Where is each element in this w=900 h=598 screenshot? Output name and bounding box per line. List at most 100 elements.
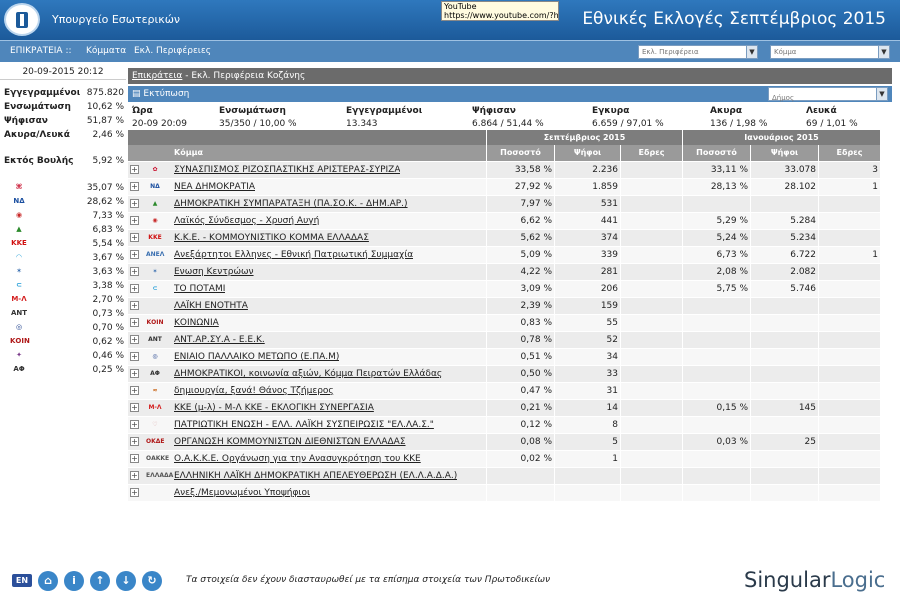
seats-jan (818, 281, 880, 297)
party-name-link[interactable]: Λαϊκός Σύνδεσμος - Χρυσή Αυγή (174, 213, 319, 229)
party-logo-icon[interactable]: ΑΦ (10, 363, 28, 375)
votes-sept: 1 (554, 451, 620, 467)
pct-sept: 0,12 % (486, 417, 554, 433)
expand-icon[interactable]: + (130, 471, 139, 480)
party-name-link[interactable]: ΛΑΪΚΗ ΕΝΟΤΗΤΑ (174, 298, 248, 314)
expand-icon[interactable]: + (130, 318, 139, 327)
stat-label: Ενσωμάτωση (4, 102, 71, 112)
party-name-link[interactable]: Κ.Κ.Ε. - ΚΟΜΜΟΥΝΙΣΤΙΚΟ ΚΟΜΜΑ ΕΛΛΑΔΑΣ (174, 230, 369, 246)
arrow-up-icon[interactable]: ↑ (90, 571, 110, 591)
party-name-link[interactable]: ΚΟΙΝΩΝΙΑ (174, 315, 219, 331)
party-name-link[interactable]: ΕΛΛΗΝΙΚΗ ΛΑΪΚΗ ΔΗΜΟΚΡΑΤΙΚΗ ΑΠΕΛΕΥΘΕΡΩΣΗ … (174, 468, 457, 484)
party-name-link[interactable]: Ενωση Κεντρώων (174, 264, 254, 280)
expand-icon[interactable]: + (130, 233, 139, 242)
party-logo-icon[interactable]: ΝΔ (10, 195, 28, 207)
region-select[interactable]: Εκλ. Περιφέρεια ▼ (638, 45, 758, 59)
party-logo-icon[interactable]: Μ-Λ (10, 293, 28, 305)
expand-icon[interactable]: + (130, 488, 139, 497)
party-name-link[interactable]: ΔΗΜΟΚΡΑΤΙΚΟΙ, κοινωνία αξιών, Κόμμα Πειρ… (174, 366, 442, 382)
party-logo-icon[interactable]: ◉ (10, 209, 28, 221)
pct-sept: 5,62 % (486, 230, 554, 246)
expand-icon[interactable]: + (130, 420, 139, 429)
home-icon[interactable]: ⌂ (38, 571, 58, 591)
party-name-link[interactable]: ΟΡΓΑΝΩΣΗ ΚΟΜΜΟΥΝΙΣΤΩΝ ΔΙΕΘΝΙΣΤΩΝ ΕΛΛΑΔΑΣ (174, 434, 406, 450)
seats-sept (620, 400, 682, 416)
info-icon[interactable]: i (64, 571, 84, 591)
summary-value: 20-09 20:09 (132, 119, 187, 129)
party-logo-icon[interactable]: ◎ (10, 321, 28, 333)
party-logo-icon[interactable]: ▲ (10, 223, 28, 235)
pct-jan (682, 298, 750, 314)
seats-sept (620, 230, 682, 246)
party-share-value: 3,67 % (92, 253, 124, 263)
votes-sept: 374 (554, 230, 620, 246)
party-logo-icon[interactable]: ✦ (10, 349, 28, 361)
party-select[interactable]: Κόμμα ▼ (770, 45, 890, 59)
party-name-link[interactable]: Ανεξάρτητοι Ελληνες - Εθνική Πατριωτική … (174, 247, 413, 263)
expand-icon[interactable]: + (130, 335, 139, 344)
seats-jan: 3 (818, 162, 880, 178)
uk-flag-icon[interactable]: EN (12, 574, 32, 587)
group-january: Ιανουάριος 2015 (682, 130, 880, 145)
print-link[interactable]: Εκτύπωση (143, 89, 189, 99)
expand-icon[interactable]: + (130, 437, 139, 446)
pct-sept: 4,22 % (486, 264, 554, 280)
expand-icon[interactable]: + (130, 216, 139, 225)
party-name-link[interactable]: ΚΚΕ (μ-λ) - Μ-Λ ΚΚΕ - ΕΚΛΟΓΙΚΗ ΣΥΝΕΡΓΑΣΙ… (174, 400, 374, 416)
ministry-name[interactable]: Υπουργείο Εσωτερικών (52, 13, 180, 26)
breadcrumb-link-epikrateia[interactable]: Επικράτεια (132, 71, 182, 81)
party-logo-icon[interactable]: ◠ (10, 251, 28, 263)
party-name-link[interactable]: ΔΗΜΟΚΡΑΤΙΚΗ ΣΥΜΠΑΡΑΤΑΞΗ (ΠΑ.ΣΟ.Κ. - ΔΗΜ.… (174, 196, 408, 212)
party-logo-icon[interactable]: KKE (10, 237, 28, 249)
expand-icon[interactable]: + (130, 301, 139, 310)
party-name-link[interactable]: Ο.Α.Κ.Κ.Ε. Οργάνωση για την Ανασυγκρότησ… (174, 451, 421, 467)
arrow-down-icon[interactable]: ↓ (116, 571, 136, 591)
expand-icon[interactable]: + (130, 403, 139, 412)
votes-sept: 339 (554, 247, 620, 263)
pct-sept: 0,78 % (486, 332, 554, 348)
votes-jan: 5.746 (750, 281, 818, 297)
refresh-icon[interactable]: ↻ (142, 571, 162, 591)
party-name-link[interactable]: Ανεξ./Μεμονωμένοι Υποψήφιοι (174, 485, 310, 501)
party-logo-icon[interactable]: ⌘ (10, 181, 28, 193)
votes-jan (750, 315, 818, 331)
seats-jan (818, 400, 880, 416)
party-share-value: 5,54 % (92, 239, 124, 249)
nav-regions-link[interactable]: Εκλ. Περιφέρειες (134, 46, 211, 56)
votes-jan (750, 366, 818, 382)
expand-icon[interactable]: + (130, 284, 139, 293)
party-logo-icon[interactable]: ΚΟΙΝ (10, 335, 30, 347)
party-name-link[interactable]: ΠΑΤΡΙΩΤΙΚΗ ΕΝΩΣΗ - ΕΛΛ. ΛΑΪΚΗ ΣΥΣΠΕΙΡΩΣΙ… (174, 417, 434, 433)
expand-icon[interactable]: + (130, 454, 139, 463)
summary-value: 35/350 / 10,00 % (219, 119, 297, 129)
expand-icon[interactable]: + (130, 199, 139, 208)
party-logo-icon[interactable]: ✶ (10, 265, 28, 277)
party-name-link[interactable]: ΑΝΤ.ΑΡ.ΣΥ.Α - Ε.Ε.Κ. (174, 332, 265, 348)
greek-emblem-logo[interactable] (4, 3, 40, 36)
party-name-link[interactable]: ΣΥΝΑΣΠΙΣΜΟΣ ΡΙΖΟΣΠΑΣΤΙΚΗΣ ΑΡΙΣΤΕΡΑΣ-ΣΥΡΙ… (174, 162, 400, 178)
expand-icon[interactable]: + (130, 250, 139, 259)
nav-level-label[interactable]: ΕΠΙΚΡΑΤΕΙΑ :: (10, 46, 72, 56)
expand-icon[interactable]: + (130, 352, 139, 361)
party-logo-icon (146, 487, 164, 499)
expand-icon[interactable]: + (130, 386, 139, 395)
seats-sept (620, 281, 682, 297)
party-logo-icon[interactable]: ⊂ (10, 279, 28, 291)
col-pct-jan: Ποσοστό (682, 145, 750, 161)
party-name-link[interactable]: ΕΝΙΑΙΟ ΠΑΛΛΑΙΚΟ ΜΕΤΩΠΟ (Ε.ΠΑ.Μ) (174, 349, 339, 365)
nav-parties-link[interactable]: Κόμματα (86, 46, 126, 56)
expand-icon[interactable]: + (130, 165, 139, 174)
table-row: + ◉ Λαϊκός Σύνδεσμος - Χρυσή Αυγή 6,62 % 441… (128, 213, 880, 230)
party-name-link[interactable]: ΝΕΑ ΔΗΜΟΚΡΑΤΙΑ (174, 179, 255, 195)
party-name-link[interactable]: ΤΟ ΠΟΤΑΜΙ (174, 281, 225, 297)
print-icon[interactable]: ▤ (132, 89, 141, 99)
party-logo-icon[interactable]: ΑΝΤ (10, 307, 28, 319)
party-name-link[interactable]: δημιουργία, ξανά! Θάνος Τζήμερος (174, 383, 334, 399)
municipality-select[interactable]: Δήμος ▼ (768, 87, 888, 102)
tooltip-title: YouTube (444, 2, 477, 11)
expand-icon[interactable]: + (130, 182, 139, 191)
summary-header: Εγγεγραμμένοι (346, 106, 423, 116)
expand-icon[interactable]: + (130, 369, 139, 378)
expand-icon[interactable]: + (130, 267, 139, 276)
singularlogic-logo[interactable]: SingularLogic (744, 568, 885, 592)
